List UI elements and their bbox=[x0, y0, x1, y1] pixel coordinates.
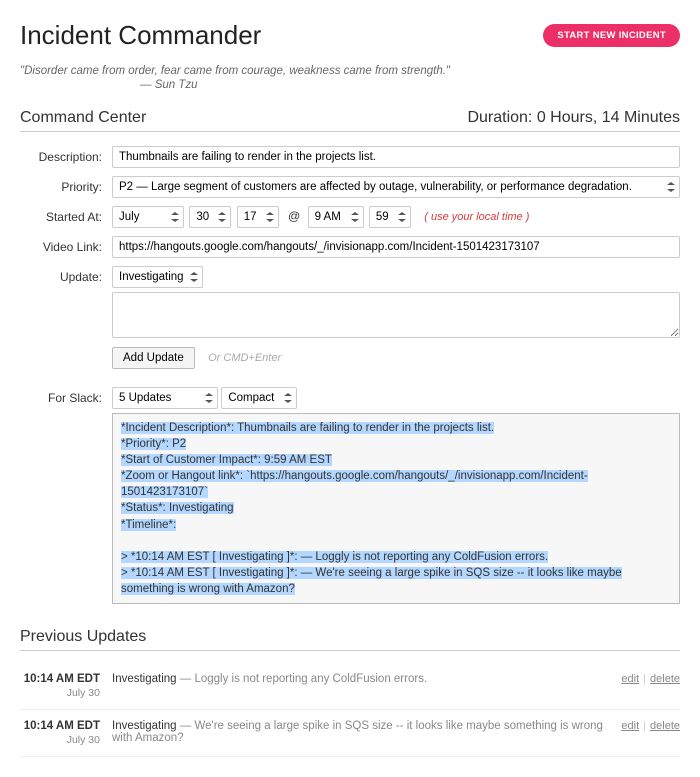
update-actions: edit|delete bbox=[613, 673, 680, 685]
started-at-label: Started At: bbox=[20, 206, 112, 224]
delete-link[interactable]: delete bbox=[650, 673, 680, 685]
update-status-select[interactable]: Investigating bbox=[112, 266, 203, 288]
update-textarea[interactable] bbox=[112, 292, 680, 338]
description-input[interactable] bbox=[112, 146, 680, 168]
slack-format-select[interactable]: Compact bbox=[221, 387, 297, 409]
update-time: 10:14 AM EDTJuly 30 bbox=[20, 720, 112, 746]
year-select[interactable]: 17 bbox=[237, 206, 279, 228]
edit-link[interactable]: edit bbox=[621, 673, 639, 685]
update-label: Update: bbox=[20, 266, 112, 284]
update-row: 10:14 AM EDTJuly 30Investigating — Loggl… bbox=[20, 663, 680, 710]
slack-output-box[interactable]: *Incident Description*: Thumbnails are f… bbox=[112, 413, 680, 604]
priority-label: Priority: bbox=[20, 176, 112, 194]
month-select[interactable]: July bbox=[112, 206, 184, 228]
add-update-button[interactable]: Add Update bbox=[112, 347, 195, 369]
hour-select[interactable]: 9 AM bbox=[308, 206, 364, 228]
priority-select[interactable]: P2 — Large segment of customers are affe… bbox=[112, 176, 680, 198]
update-time: 10:14 AM EDTJuly 30 bbox=[20, 673, 112, 699]
minute-select[interactable]: 59 bbox=[369, 206, 411, 228]
page-title: Incident Commander bbox=[20, 20, 261, 51]
update-body: Investigating — Loggly is not reporting … bbox=[112, 673, 613, 685]
duration-display: Duration: 0 Hours, 14 Minutes bbox=[467, 109, 680, 127]
update-body: Investigating — We're seeing a large spi… bbox=[112, 720, 613, 744]
update-actions: edit|delete bbox=[613, 720, 680, 732]
start-new-incident-button[interactable]: START NEW INCIDENT bbox=[543, 24, 680, 47]
day-select[interactable]: 30 bbox=[189, 206, 231, 228]
video-link-input[interactable] bbox=[112, 236, 680, 258]
slack-count-select[interactable]: 5 Updates bbox=[112, 387, 218, 409]
previous-updates-heading: Previous Updates bbox=[20, 628, 680, 651]
edit-link[interactable]: edit bbox=[621, 720, 639, 732]
delete-link[interactable]: delete bbox=[650, 720, 680, 732]
command-center-heading: Command Center bbox=[20, 109, 146, 127]
local-time-hint: ( use your local time ) bbox=[424, 211, 529, 223]
for-slack-label: For Slack: bbox=[20, 387, 112, 405]
description-label: Description: bbox=[20, 146, 112, 164]
quote-attribution: — Sun Tzu bbox=[140, 79, 680, 91]
update-row: 10:14 AM EDTJuly 30Investigating — We're… bbox=[20, 710, 680, 757]
add-update-hint: Or CMD+Enter bbox=[208, 352, 281, 364]
quote-text: "Disorder came from order, fear came fro… bbox=[20, 65, 680, 77]
video-link-label: Video Link: bbox=[20, 236, 112, 254]
at-symbol: @ bbox=[288, 209, 300, 223]
